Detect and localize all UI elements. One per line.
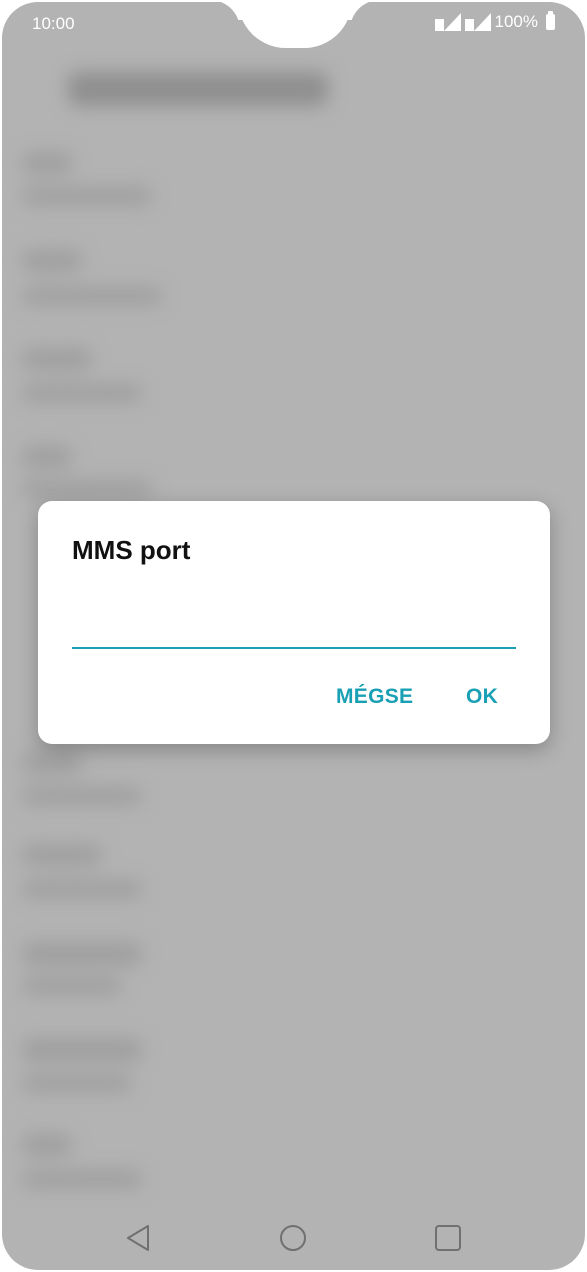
home-icon[interactable] (275, 1220, 311, 1256)
mms-port-dialog: MMS port MÉGSE OK (38, 501, 550, 744)
status-time: 10:00 (32, 14, 75, 33)
back-icon[interactable] (120, 1220, 156, 1256)
status-icons: 100% (434, 11, 555, 32)
battery-percent: 100% (494, 12, 538, 31)
navigation-bar (2, 1202, 585, 1270)
cancel-button[interactable]: MÉGSE (336, 685, 413, 709)
battery-icon (546, 11, 555, 30)
ok-button[interactable]: OK (466, 685, 498, 709)
dialog-title: MMS port (72, 535, 191, 565)
sim1-signal-icon (434, 13, 461, 31)
recents-icon[interactable] (430, 1220, 466, 1256)
mms-port-input[interactable] (72, 601, 516, 649)
phone-screen: 10:00 100% MMS port MÉGSE OK (2, 2, 585, 1270)
sim2-signal-icon (464, 13, 491, 31)
